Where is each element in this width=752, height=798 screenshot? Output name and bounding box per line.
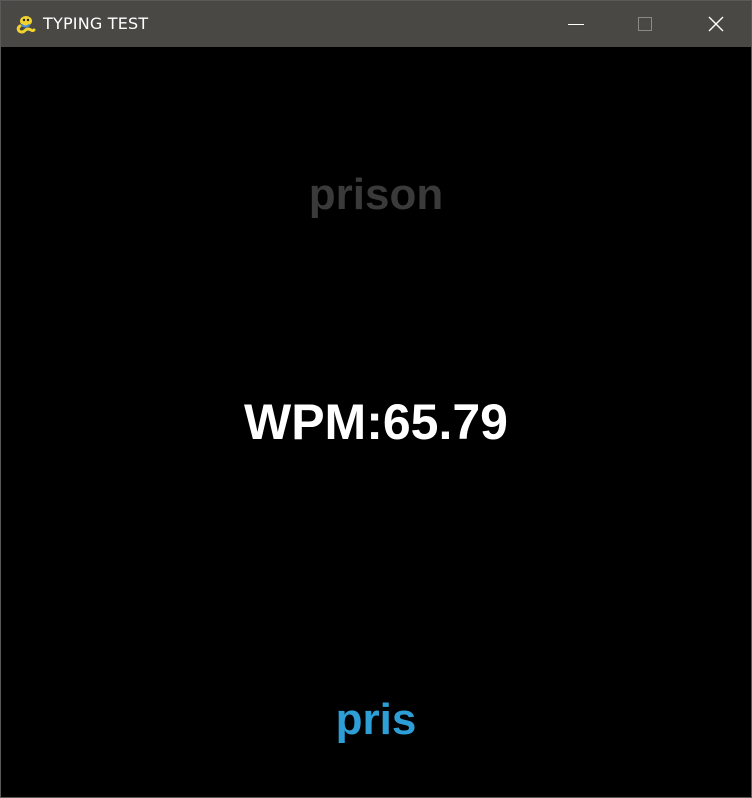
- window-title: TYPING TEST: [43, 14, 149, 33]
- minimize-icon: [567, 23, 584, 25]
- title-bar[interactable]: TYPING TEST: [1, 1, 751, 47]
- game-canvas[interactable]: prison WPM:65.79 pris: [1, 47, 751, 797]
- typed-text: pris: [335, 695, 417, 744]
- wpm-result: WPM:65.79: [244, 394, 508, 450]
- maximize-icon: [637, 17, 652, 31]
- target-word: prison: [308, 170, 444, 219]
- app-window: TYPING TEST prison WPM:65.79 pris: [0, 0, 752, 798]
- close-button[interactable]: [681, 1, 750, 47]
- minimize-button[interactable]: [541, 1, 610, 47]
- close-icon: [708, 16, 723, 32]
- pygame-snake-icon: [16, 16, 36, 34]
- maximize-button[interactable]: [610, 1, 679, 47]
